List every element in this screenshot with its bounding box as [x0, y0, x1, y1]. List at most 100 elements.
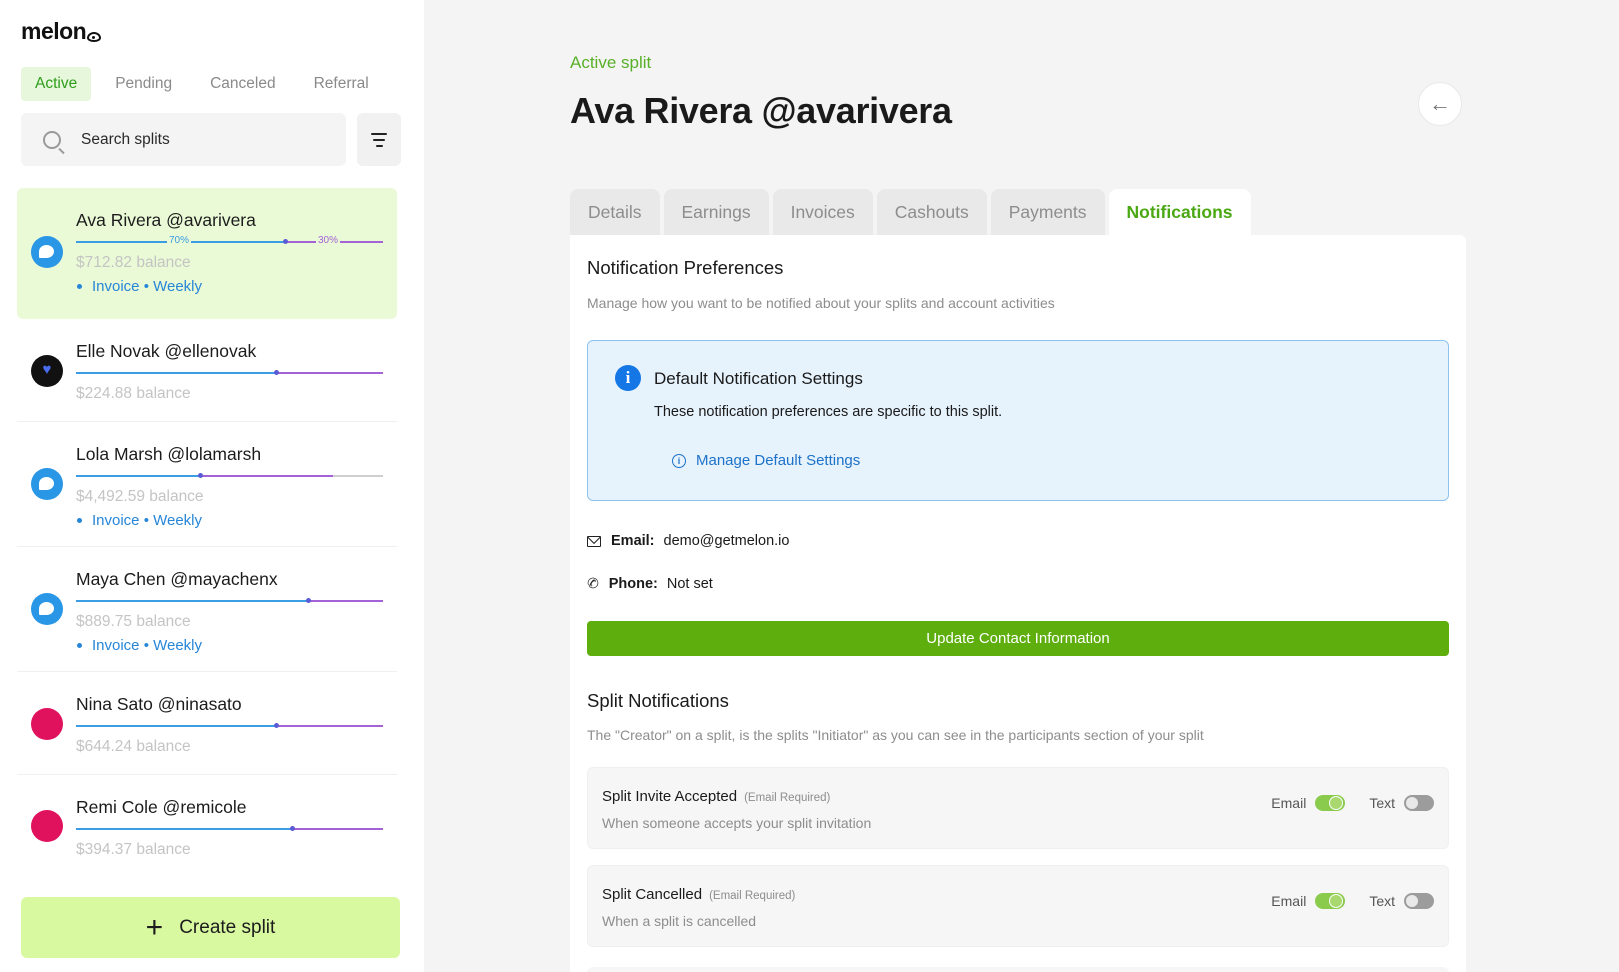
info-icon: i: [615, 365, 641, 391]
filter-button[interactable]: [357, 113, 401, 166]
split-avatar-icon: [31, 355, 63, 387]
create-split-button[interactable]: + Create split: [21, 897, 400, 958]
split-ratio-bar: [76, 822, 383, 836]
split-balance: $712.82 balance: [76, 254, 191, 271]
email-toggle-label: Email: [1271, 795, 1307, 811]
split-avatar-icon: [31, 236, 63, 268]
split-name: Nina Sato @ninasato: [76, 694, 242, 714]
notification-description: When a split is cancelled: [602, 913, 757, 929]
main-content: Active split Ava Rivera @avarivera ← Det…: [424, 0, 1619, 972]
split-name: Ava Rivera @avarivera: [76, 210, 256, 230]
email-value: demo@getmelon.io: [663, 533, 790, 549]
info-text: These notification preferences are speci…: [654, 404, 1003, 420]
melon-logo-icon: [87, 32, 102, 42]
phone-icon: ✆: [585, 573, 601, 593]
required-note: (Email Required): [744, 792, 831, 804]
split-name: Maya Chen @mayachenx: [76, 569, 278, 589]
notification-description: When someone accepts your split invitati…: [602, 815, 872, 831]
split-ratio-bar: [76, 594, 383, 608]
notification-row-split-cancelled: Split Cancelled (Email Required) When a s…: [587, 865, 1449, 947]
split-card[interactable]: Nina Sato @ninasato $644.24 balance: [17, 672, 397, 775]
notification-preferences-title: Notification Preferences: [587, 257, 784, 278]
split-card[interactable]: Maya Chen @mayachenx $889.75 balance Inv…: [17, 547, 397, 672]
split-notifications-description: The "Creator" on a split, is the splits …: [587, 727, 1204, 743]
split-ratio-bar: 70% 30%: [76, 235, 383, 249]
tab-payments[interactable]: Payments: [990, 189, 1105, 235]
notification-title: Split Cancelled (Email Required): [602, 886, 796, 903]
split-avatar-icon: [31, 593, 63, 625]
brand-name: melon: [21, 18, 87, 44]
status-tab-canceled[interactable]: Canceled: [196, 67, 290, 101]
manage-default-settings-link[interactable]: i Manage Default Settings: [672, 452, 860, 469]
split-avatar-icon: [31, 468, 63, 500]
text-toggle[interactable]: [1404, 795, 1434, 811]
notification-toggles: Email Text: [1271, 893, 1434, 909]
status-tab-referral[interactable]: Referral: [300, 67, 383, 101]
required-note: (Email Required): [709, 890, 796, 902]
info-title: Default Notification Settings: [654, 369, 863, 388]
status-tabs: Active Pending Canceled Referral: [21, 67, 393, 101]
split-avatar-icon: [31, 810, 63, 842]
split-avatar-icon: [31, 708, 63, 740]
tab-notifications[interactable]: Notifications: [1108, 189, 1251, 235]
email-toggle[interactable]: [1315, 893, 1346, 909]
status-tab-active[interactable]: Active: [21, 67, 92, 101]
split-balance: $644.24 balance: [76, 738, 191, 755]
tab-cashouts[interactable]: Cashouts: [876, 189, 987, 235]
phone-label: Phone:: [608, 575, 658, 592]
notification-title: Split Invite Accepted (Email Required): [602, 788, 831, 805]
notification-toggles: Email Text: [1271, 795, 1434, 811]
search-input[interactable]: [81, 130, 301, 149]
status-tab-pending[interactable]: Pending: [101, 67, 186, 101]
arrow-left-icon: ←: [1429, 91, 1451, 116]
contact-email-row: Email: demo@getmelon.io: [587, 533, 789, 549]
split-ratio-bar: [76, 366, 383, 380]
split-name: Remi Cole @remicole: [76, 797, 247, 817]
phone-value: Not set: [666, 575, 713, 592]
email-label: Email:: [611, 533, 655, 549]
page-title: Ava Rivera @avarivera: [570, 90, 952, 131]
tab-details[interactable]: Details: [570, 189, 660, 235]
split-meta: Invoice • Weekly: [76, 278, 385, 295]
split-balance: $394.37 balance: [76, 841, 191, 858]
notification-preferences-description: Manage how you want to be notified about…: [587, 295, 1055, 311]
search-icon: [43, 130, 61, 149]
tab-earnings[interactable]: Earnings: [663, 189, 769, 235]
page-eyebrow: Active split: [570, 53, 652, 72]
search-box: [21, 113, 346, 166]
mail-icon: [587, 535, 601, 547]
text-toggle-label: Text: [1369, 795, 1395, 811]
text-toggle-label: Text: [1369, 893, 1395, 909]
notification-row-invite-accepted: Split Invite Accepted (Email Required) Wh…: [587, 767, 1449, 849]
notification-row-partial: [587, 967, 1449, 972]
split-card[interactable]: Remi Cole @remicole $394.37 balance: [17, 775, 397, 875]
plus-icon: +: [145, 910, 164, 944]
split-left-percent: 70%: [167, 235, 192, 246]
split-balance: $4,492.59 balance: [76, 488, 204, 505]
contact-phone-row: ✆ Phone: Not set: [585, 573, 713, 593]
split-right-percent: 30%: [316, 235, 341, 246]
split-balance: $889.75 balance: [76, 613, 191, 630]
split-card[interactable]: Lola Marsh @lolamarsh $4,492.59 balance …: [17, 422, 397, 547]
split-list: Ava Rivera @avarivera 70% 30% $712.82 ba…: [17, 188, 397, 875]
split-meta: Invoice • Weekly: [76, 637, 385, 654]
brand-logo[interactable]: melon: [21, 18, 102, 45]
email-toggle[interactable]: [1315, 795, 1346, 811]
manage-default-settings-label: Manage Default Settings: [696, 452, 861, 469]
tab-invoices[interactable]: Invoices: [772, 189, 873, 235]
info-circle-icon: i: [672, 453, 686, 468]
split-card[interactable]: Ava Rivera @avarivera 70% 30% $712.82 ba…: [17, 188, 397, 319]
split-notifications-title: Split Notifications: [587, 690, 729, 711]
split-tabs: Details Earnings Invoices Cashouts Payme…: [570, 189, 1255, 235]
sidebar: melon Active Pending Canceled Referral A…: [0, 0, 424, 972]
split-name: Elle Novak @ellenovak: [76, 341, 257, 361]
split-name: Lola Marsh @lolamarsh: [76, 444, 262, 464]
split-balance: $224.88 balance: [76, 385, 191, 402]
text-toggle[interactable]: [1404, 893, 1434, 909]
back-button[interactable]: ←: [1418, 82, 1462, 126]
split-card[interactable]: Elle Novak @ellenovak $224.88 balance: [17, 319, 397, 422]
split-ratio-bar: [76, 719, 383, 733]
email-toggle-label: Email: [1271, 893, 1307, 909]
split-meta: Invoice • Weekly: [76, 512, 385, 529]
update-contact-button[interactable]: Update Contact Information: [587, 621, 1449, 656]
